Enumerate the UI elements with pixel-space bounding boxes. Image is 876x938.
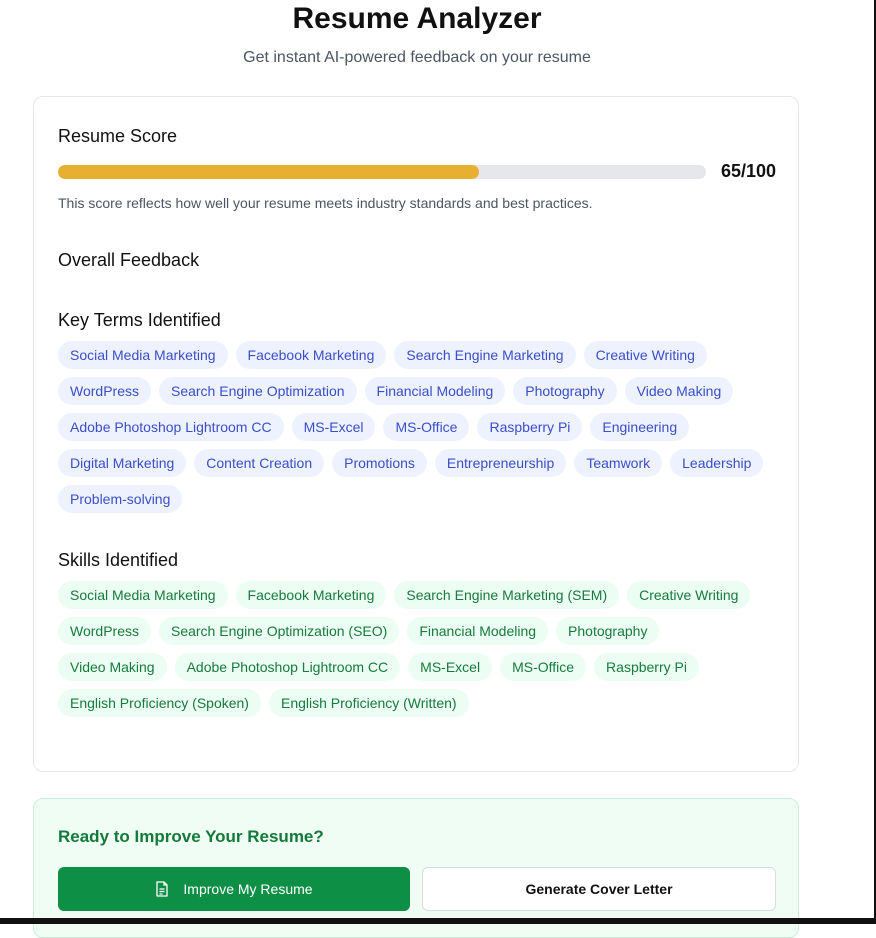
- skill-chip: English Proficiency (Written): [268, 689, 469, 717]
- key-term-chip: Social Media Marketing: [58, 341, 228, 369]
- generate-cover-letter-button[interactable]: Generate Cover Letter: [422, 867, 776, 911]
- key-terms-list: Social Media Marketing Facebook Marketing…: [58, 341, 776, 513]
- key-term-chip: Adobe Photoshop Lightroom CC: [58, 413, 284, 441]
- key-term-chip: Promotions: [332, 449, 427, 477]
- skills-title: Skills Identified: [58, 550, 179, 570]
- resume-score-title: Resume Score: [58, 126, 178, 146]
- key-term-chip: Creative Writing: [583, 341, 707, 369]
- key-term-chip: Search Engine Marketing: [394, 341, 576, 369]
- score-progress-fill: [58, 165, 480, 179]
- skill-chip: Financial Modeling: [407, 617, 549, 645]
- analysis-card: Resume Score 65/100 This score reflects …: [33, 96, 799, 772]
- score-value: 65/100: [720, 161, 776, 181]
- overall-feedback-title: Overall Feedback: [58, 250, 200, 270]
- window-bottom-edge: [0, 918, 876, 924]
- key-term-chip: Photography: [513, 377, 617, 405]
- score-description: This score reflects how well your resume…: [58, 195, 593, 211]
- key-term-chip: Engineering: [590, 413, 690, 441]
- skill-chip: Photography: [556, 617, 660, 645]
- key-term-chip: Entrepreneurship: [434, 449, 567, 477]
- improve-cta-panel: Ready to Improve Your Resume? Improve My…: [33, 798, 799, 938]
- key-term-chip: Leadership: [670, 449, 764, 477]
- skill-chip: Creative Writing: [627, 581, 751, 609]
- skill-chip: Facebook Marketing: [235, 581, 387, 609]
- skill-chip: Raspberry Pi: [594, 653, 699, 681]
- key-terms-title: Key Terms Identified: [58, 310, 221, 330]
- score-progress-bar: [58, 165, 706, 179]
- skill-chip: English Proficiency (Spoken): [58, 689, 261, 717]
- skill-chip: Video Making: [58, 653, 167, 681]
- skills-list: Social Media Marketing Facebook Marketing…: [58, 581, 776, 717]
- key-term-chip: Teamwork: [574, 449, 663, 477]
- skill-chip: MS-Excel: [408, 653, 493, 681]
- skill-chip: Adobe Photoshop Lightroom CC: [174, 653, 401, 681]
- improve-resume-button[interactable]: Improve My Resume: [58, 867, 410, 911]
- skill-chip: Search Engine Marketing (SEM): [394, 581, 620, 609]
- key-term-chip: MS-Excel: [291, 413, 376, 441]
- skill-chip: WordPress: [58, 617, 151, 645]
- cta-title: Ready to Improve Your Resume?: [58, 827, 324, 846]
- improve-resume-label: Improve My Resume: [183, 881, 313, 897]
- key-term-chip: WordPress: [58, 377, 151, 405]
- page-subtitle: Get instant AI-powered feedback on your …: [243, 49, 591, 66]
- key-term-chip: Problem-solving: [58, 485, 183, 513]
- key-term-chip: Facebook Marketing: [235, 341, 387, 369]
- page-title: Resume Analyzer: [292, 2, 542, 35]
- score-row: 65/100: [58, 161, 776, 181]
- key-term-chip: Financial Modeling: [364, 377, 506, 405]
- key-term-chip: Content Creation: [194, 449, 325, 477]
- key-term-chip: MS-Office: [383, 413, 470, 441]
- skill-chip: MS-Office: [500, 653, 587, 681]
- key-term-chip: Digital Marketing: [58, 449, 187, 477]
- key-term-chip: Raspberry Pi: [477, 413, 583, 441]
- document-icon: [156, 881, 169, 897]
- skill-chip: Search Engine Optimization (SEO): [158, 617, 400, 645]
- key-term-chip: Search Engine Optimization: [158, 377, 357, 405]
- skill-chip: Social Media Marketing: [58, 581, 228, 609]
- key-term-chip: Video Making: [624, 377, 734, 405]
